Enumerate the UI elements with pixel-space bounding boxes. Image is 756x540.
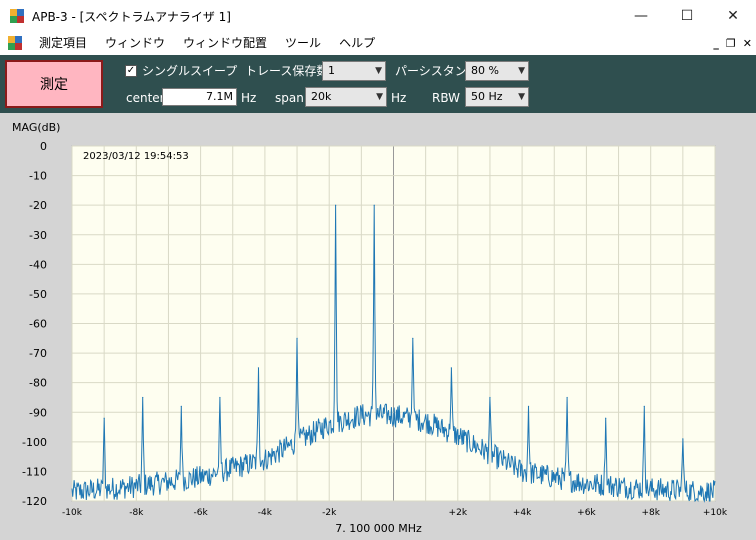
y-tick-label: -20 <box>29 199 47 212</box>
y-tick-label: 0 <box>40 140 47 153</box>
span-label: span <box>275 91 304 105</box>
x-tick-label: +2k <box>449 508 468 518</box>
menu-tools[interactable]: ツール <box>276 32 330 54</box>
peak-point <box>142 396 144 399</box>
span-unit: Hz <box>391 91 407 105</box>
x-tick-label: -4k <box>258 508 273 518</box>
y-tick-label: -50 <box>29 288 47 301</box>
center-input[interactable]: 7.1M <box>162 88 237 106</box>
rbw-label: RBW <box>432 91 461 105</box>
span-select[interactable]: 20k ▼ <box>305 87 387 107</box>
trace-count-select[interactable]: 1 ▼ <box>322 61 386 81</box>
chevron-down-icon: ▼ <box>518 66 525 76</box>
peak-point <box>257 367 260 369</box>
maximize-button[interactable]: ☐ <box>664 0 710 32</box>
y-tick-label: -100 <box>22 436 47 449</box>
rbw-value: 50 Hz <box>471 90 503 103</box>
persistence-select[interactable]: 80 % ▼ <box>465 61 529 81</box>
single-sweep-checkbox[interactable]: ✓ <box>125 65 137 77</box>
x-tick-label: +8k <box>641 508 660 518</box>
menu-bar: 測定項目 ウィンドウ ウィンドウ配置 ツール ヘルプ _ ❐ ✕ <box>0 32 756 54</box>
window-title: APB-3 - [スペクトラムアナライザ 1] <box>32 9 231 24</box>
title-bar: APB-3 - [スペクトラムアナライザ 1] — ☐ ✕ <box>0 0 756 32</box>
trace-count-label: トレース保存数 <box>245 64 329 78</box>
measure-button[interactable]: 測定 <box>5 60 103 108</box>
persistence-value: 80 % <box>471 64 499 77</box>
peak-point <box>682 438 684 440</box>
peak-point <box>643 405 645 407</box>
app-icon <box>10 9 24 23</box>
menu-measure-items[interactable]: 測定項目 <box>30 32 96 54</box>
y-tick-label: -70 <box>29 347 47 360</box>
x-axis-label: 7. 100 000 MHz <box>335 522 422 535</box>
timestamp-label: 2023/03/12 19:54:53 <box>83 151 189 162</box>
y-tick-label: -10 <box>29 170 47 183</box>
trace-count-value: 1 <box>328 64 335 77</box>
peak-point <box>412 337 414 339</box>
toolbar: 測定 ✓ シングルスイープ トレース保存数 1 ▼ パーシスタンス 80 % ▼… <box>0 55 756 113</box>
x-tick-label: -6k <box>194 508 209 518</box>
x-tick-label: -2k <box>322 508 337 518</box>
y-tick-label: -90 <box>29 406 47 419</box>
peak-point <box>605 417 607 419</box>
single-sweep-label: シングルスイープ <box>142 64 238 78</box>
mdi-minimize-button[interactable]: _ <box>713 37 719 50</box>
peak-point <box>219 396 221 399</box>
y-tick-label: -60 <box>29 318 47 331</box>
menu-window-layout[interactable]: ウィンドウ配置 <box>174 32 276 54</box>
x-tick-label: -10k <box>62 508 83 518</box>
peak-point <box>566 396 568 399</box>
chevron-down-icon: ▼ <box>518 92 525 102</box>
y-tick-label: -40 <box>29 258 47 271</box>
x-tick-label: +4k <box>513 508 532 518</box>
peak-point <box>103 417 105 419</box>
peak-point <box>180 405 182 407</box>
y-tick-label: -110 <box>22 465 47 478</box>
menu-help[interactable]: ヘルプ <box>330 32 384 54</box>
mdi-child-icon[interactable] <box>8 36 22 50</box>
x-tick-label: +6k <box>577 508 596 518</box>
menu-window[interactable]: ウィンドウ <box>96 32 174 54</box>
y-tick-label: -120 <box>22 495 47 508</box>
chevron-down-icon: ▼ <box>375 66 382 76</box>
peak-point <box>489 396 491 399</box>
rbw-select[interactable]: 50 Hz ▼ <box>465 87 529 107</box>
x-tick-label: +10k <box>703 508 728 518</box>
center-unit: Hz <box>241 91 257 105</box>
chevron-down-icon: ▼ <box>376 92 383 102</box>
mdi-close-button[interactable]: ✕ <box>743 37 752 50</box>
peak-point <box>373 204 375 206</box>
span-value: 20k <box>311 90 332 103</box>
minimize-button[interactable]: — <box>618 0 664 32</box>
y-tick-label: -80 <box>29 377 47 390</box>
x-tick-label: -8k <box>129 508 144 518</box>
mdi-restore-button[interactable]: ❐ <box>726 37 736 50</box>
close-button[interactable]: ✕ <box>710 0 756 32</box>
spectrum-panel: MAG(dB) -10k -8k -6k -4k -2k +2k +4k +6k +8k +10k… <box>0 113 756 540</box>
peak-point <box>450 367 452 369</box>
peak-point <box>527 405 530 407</box>
y-tick-label: -30 <box>29 229 47 242</box>
peak-point <box>296 337 298 339</box>
peak-point <box>335 204 337 206</box>
spectrum-chart[interactable]: -10k -8k -6k -4k -2k +2k +4k +6k +8k +10k 0 -10 -20 -… <box>0 113 756 540</box>
center-label: center <box>126 91 165 105</box>
